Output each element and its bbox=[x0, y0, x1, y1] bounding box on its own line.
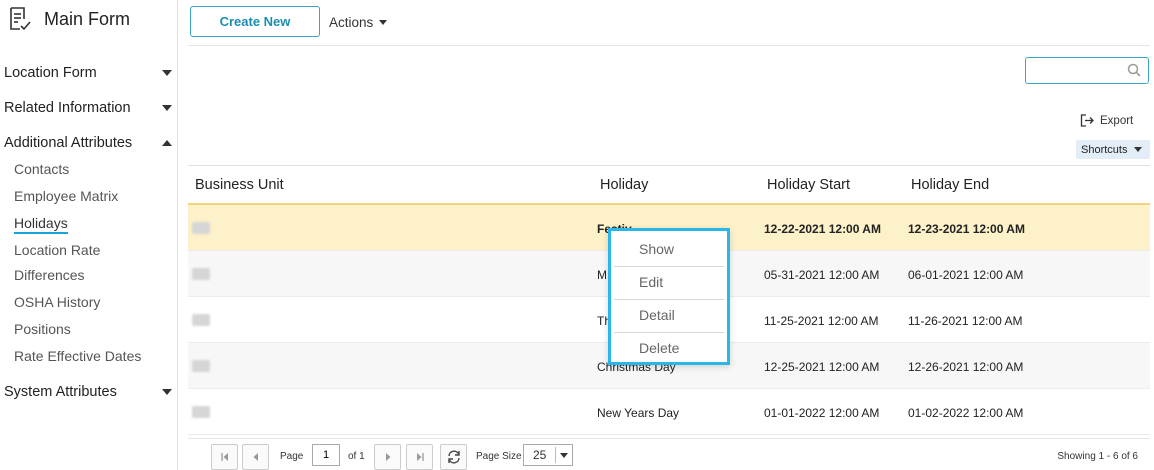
holiday-end-cell: 11-26-2021 12:00 AM bbox=[908, 314, 1023, 328]
sidebar-item-positions[interactable]: Positions bbox=[14, 321, 71, 337]
redacted-business-unit bbox=[192, 222, 210, 234]
redacted-business-unit bbox=[192, 314, 210, 326]
caret-down-icon bbox=[379, 20, 388, 25]
menu-item-show[interactable]: Show bbox=[614, 234, 724, 267]
toolbar-divider bbox=[188, 45, 1150, 46]
sidebar-section-system-attributes[interactable]: System Attributes bbox=[4, 384, 172, 400]
first-page-icon bbox=[220, 453, 228, 461]
page-count-label: of 1 bbox=[348, 451, 365, 462]
select-divider bbox=[555, 447, 556, 463]
sidebar-section-label: Additional Attributes bbox=[4, 135, 133, 151]
shortcuts-label: Shortcuts bbox=[1081, 143, 1128, 156]
export-button[interactable]: Export bbox=[1080, 114, 1133, 127]
sidebar-section-related-information[interactable]: Related Information bbox=[4, 100, 172, 116]
menu-item-detail[interactable]: Detail bbox=[614, 300, 724, 333]
column-header-holiday-start[interactable]: Holiday Start bbox=[767, 177, 850, 193]
chevron-down-icon bbox=[560, 453, 568, 458]
sidebar-item-location-rate[interactable]: Location Rate bbox=[14, 242, 100, 258]
holiday-end-cell: 01-02-2022 12:00 AM bbox=[908, 406, 1024, 420]
sidebar-item-contacts[interactable]: Contacts bbox=[14, 161, 69, 177]
holiday-start-cell: 05-31-2021 12:00 AM bbox=[764, 268, 880, 282]
sidebar-header: Main Form bbox=[8, 6, 130, 32]
holiday-start-cell: 11-25-2021 12:00 AM bbox=[764, 314, 879, 328]
sidebar-item-osha-history[interactable]: OSHA History bbox=[14, 294, 100, 310]
row-context-menu: Show Edit Detail Delete bbox=[608, 228, 730, 365]
actions-label: Actions bbox=[329, 15, 374, 30]
create-new-button[interactable]: Create New bbox=[190, 6, 320, 37]
export-label: Export bbox=[1100, 114, 1134, 127]
pager: Page of 1 Page Size 25 Showing 1 - 6 of … bbox=[188, 438, 1150, 470]
holiday-cell: M bbox=[597, 268, 607, 282]
redacted-business-unit bbox=[192, 268, 210, 280]
column-header-holiday[interactable]: Holiday bbox=[600, 177, 648, 193]
next-page-icon bbox=[385, 453, 390, 461]
sidebar-section-label: System Attributes bbox=[4, 384, 117, 400]
sidebar: Main Form Location Form Related Informat… bbox=[0, 0, 178, 470]
search-box[interactable] bbox=[1025, 57, 1149, 84]
column-header-holiday-end[interactable]: Holiday End bbox=[911, 177, 989, 193]
last-page-icon bbox=[416, 453, 424, 461]
column-header-business-unit[interactable]: Business Unit bbox=[195, 177, 284, 193]
form-document-icon bbox=[10, 7, 31, 31]
chevron-down-icon bbox=[162, 389, 172, 395]
search-icon[interactable] bbox=[1127, 63, 1141, 77]
table-header: Business Unit Holiday Holiday Start Holi… bbox=[188, 165, 1150, 205]
sidebar-section-label: Location Form bbox=[4, 65, 97, 81]
holiday-end-cell: 12-26-2021 12:00 AM bbox=[908, 360, 1024, 374]
last-page-button[interactable] bbox=[406, 444, 433, 470]
sidebar-item-differences[interactable]: Differences bbox=[14, 267, 85, 283]
sidebar-item-rate-effective-dates[interactable]: Rate Effective Dates bbox=[14, 348, 141, 364]
redacted-business-unit bbox=[192, 360, 210, 372]
caret-down-icon bbox=[1134, 147, 1143, 152]
sidebar-item-holidays[interactable]: Holidays bbox=[14, 215, 68, 234]
sidebar-item-employee-matrix[interactable]: Employee Matrix bbox=[14, 188, 118, 204]
holiday-start-cell: 12-25-2021 12:00 AM bbox=[764, 360, 880, 374]
menu-item-edit[interactable]: Edit bbox=[614, 267, 724, 300]
chevron-up-icon bbox=[162, 140, 172, 146]
page-size-select[interactable]: 25 bbox=[523, 444, 573, 466]
search-input[interactable] bbox=[1030, 58, 1126, 83]
sidebar-section-location-form[interactable]: Location Form bbox=[4, 65, 172, 81]
holiday-cell: New Years Day bbox=[597, 406, 680, 420]
page-number-input[interactable] bbox=[312, 444, 340, 466]
page-size-value: 25 bbox=[533, 448, 547, 462]
next-page-button[interactable] bbox=[374, 444, 401, 470]
table-row[interactable]: New Years Day 01-01-2022 12:00 AM 01-02-… bbox=[188, 389, 1150, 435]
first-page-button[interactable] bbox=[211, 444, 238, 470]
holiday-end-cell: 06-01-2021 12:00 AM bbox=[908, 268, 1024, 282]
page-label: Page bbox=[280, 451, 304, 462]
refresh-icon bbox=[447, 450, 460, 464]
refresh-button[interactable] bbox=[440, 444, 467, 470]
previous-page-icon bbox=[253, 453, 258, 461]
menu-item-delete[interactable]: Delete bbox=[614, 333, 724, 366]
sidebar-section-additional-attributes[interactable]: Additional Attributes bbox=[4, 135, 172, 151]
page-title: Main Form bbox=[44, 8, 131, 29]
actions-dropdown[interactable]: Actions bbox=[329, 15, 388, 30]
holiday-start-cell: 01-01-2022 12:00 AM bbox=[764, 406, 880, 420]
holiday-end-cell: 12-23-2021 12:00 AM bbox=[908, 222, 1025, 236]
previous-page-button[interactable] bbox=[242, 444, 269, 470]
export-icon bbox=[1080, 114, 1094, 127]
page-size-label: Page Size bbox=[476, 451, 522, 462]
redacted-business-unit bbox=[192, 406, 210, 418]
shortcuts-dropdown[interactable]: Shortcuts bbox=[1076, 140, 1150, 159]
chevron-down-icon bbox=[162, 70, 172, 76]
sidebar-section-label: Related Information bbox=[4, 100, 131, 116]
holiday-start-cell: 12-22-2021 12:00 AM bbox=[764, 222, 881, 236]
record-count-status: Showing 1 - 6 of 6 bbox=[1057, 451, 1138, 462]
chevron-down-icon bbox=[162, 105, 172, 111]
